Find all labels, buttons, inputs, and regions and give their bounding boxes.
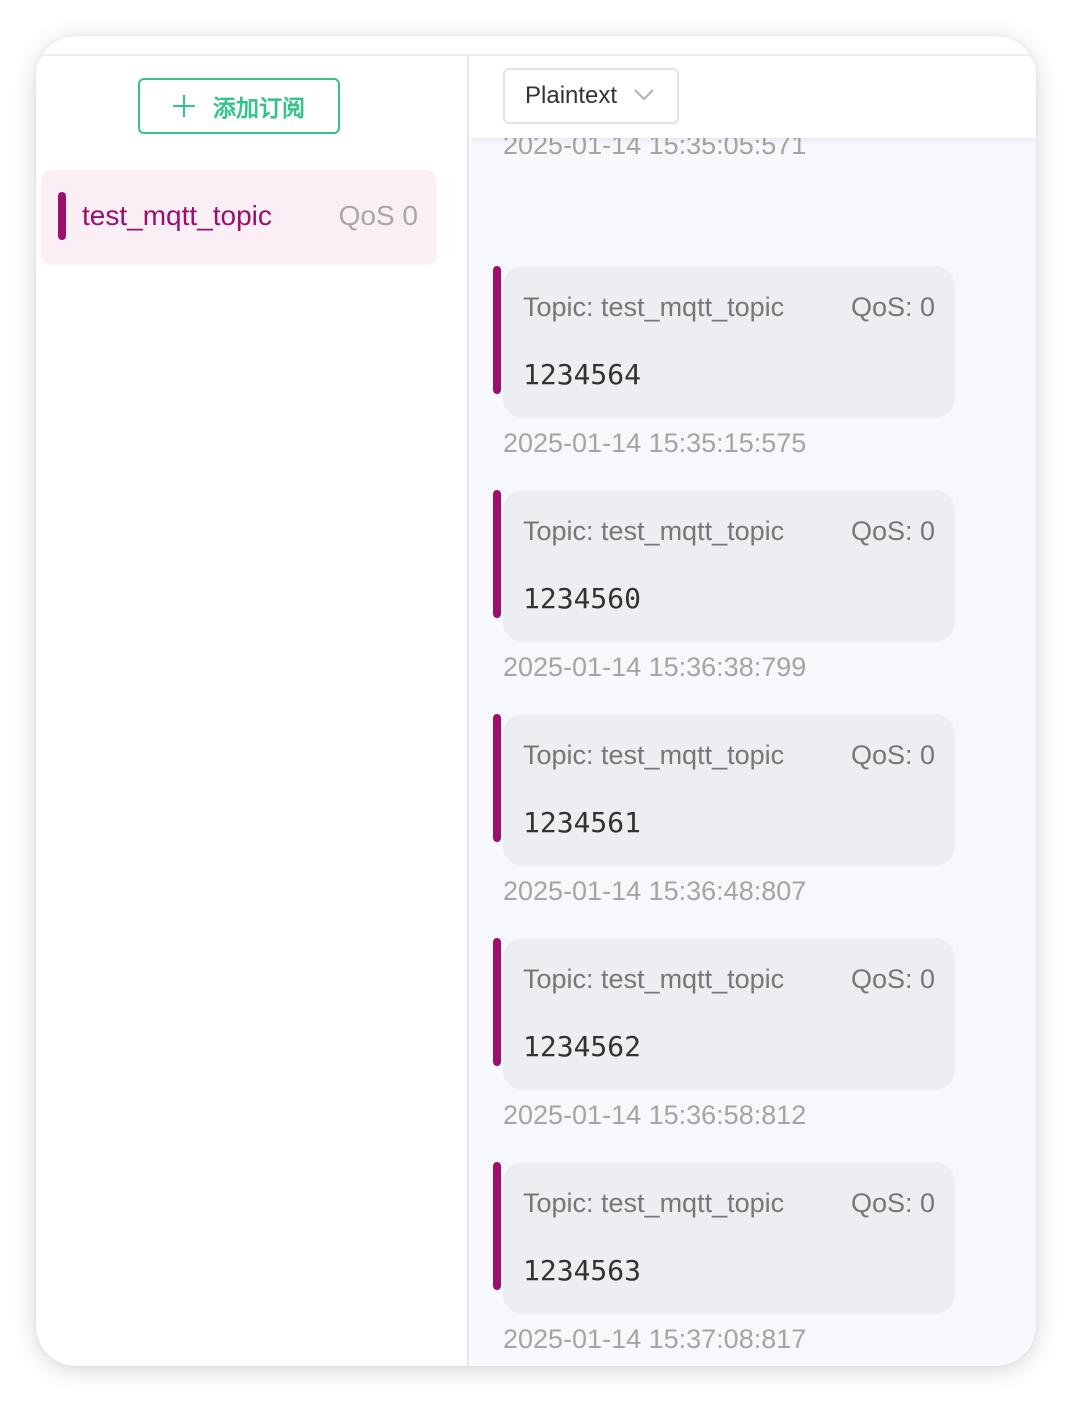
message-timestamp: 2025-01-14 15:36:48:807 (503, 876, 807, 906)
message-qos: QoS: 0 (850, 1188, 935, 1218)
add-subscription-button[interactable]: 添加订阅 (138, 78, 340, 134)
message-card: Topic: test_mqtt_topic QoS: 0 1234561 (503, 714, 955, 866)
message-item: Topic: test_mqtt_topic QoS: 0 1234564 20… (493, 266, 955, 458)
message-payload: 1234564 (523, 358, 642, 391)
plus-icon (173, 95, 195, 117)
message-list[interactable]: 1234565 2025-01-14 15:35:05:571 Topic: t… (471, 56, 1036, 1366)
message-qos: QoS: 0 (850, 964, 935, 994)
message-color-bar (493, 1162, 501, 1290)
message-payload: 1234563 (523, 1254, 642, 1287)
payload-format-select[interactable]: Plaintext (503, 68, 679, 124)
payload-format-value: Plaintext (525, 82, 618, 109)
message-timestamp: 2025-01-14 15:36:58:812 (503, 1100, 807, 1130)
message-payload: 1234561 (523, 806, 642, 839)
message-timestamp: 2025-01-14 15:36:38:799 (503, 652, 807, 682)
message-item: Topic: test_mqtt_topic QoS: 0 1234563 20… (493, 1162, 955, 1354)
message-card: Topic: test_mqtt_topic QoS: 0 1234564 (503, 266, 955, 418)
subscription-color-bar (58, 192, 66, 240)
message-color-bar (493, 490, 501, 618)
message-payload: 1234562 (523, 1030, 642, 1063)
message-topic: Topic: test_mqtt_topic (523, 516, 785, 546)
message-color-bar (493, 938, 501, 1066)
message-item: Topic: test_mqtt_topic QoS: 0 1234562 20… (493, 938, 955, 1130)
message-item: Topic: test_mqtt_topic QoS: 0 1234560 20… (493, 490, 955, 682)
message-qos: QoS: 0 (850, 740, 935, 770)
subscription-qos: QoS 0 (338, 200, 418, 231)
message-topic: Topic: test_mqtt_topic (523, 740, 785, 770)
app-window: 添加订阅 test_mqtt_topic QoS 0 Plaintext 123… (36, 36, 1036, 1366)
message-card: Topic: test_mqtt_topic QoS: 0 1234562 (503, 938, 955, 1090)
chevron-down-icon (634, 89, 654, 101)
message-topic: Topic: test_mqtt_topic (523, 292, 785, 322)
subscriptions-sidebar: 添加订阅 test_mqtt_topic QoS 0 (36, 56, 469, 1366)
messages-panel: Plaintext 1234565 2025-01-14 15:35:05:57… (471, 56, 1036, 1366)
add-subscription-label: 添加订阅 (213, 95, 305, 121)
message-color-bar (493, 266, 501, 394)
messages-toolbar: Plaintext (471, 56, 1036, 138)
message-item: Topic: test_mqtt_topic QoS: 0 1234561 20… (493, 714, 955, 906)
message-card: Topic: test_mqtt_topic QoS: 0 1234563 (503, 1162, 955, 1314)
message-qos: QoS: 0 (850, 516, 935, 546)
message-topic: Topic: test_mqtt_topic (523, 964, 785, 994)
subscription-topic: test_mqtt_topic (82, 200, 272, 231)
message-qos: QoS: 0 (850, 292, 935, 322)
message-payload: 1234560 (523, 582, 642, 615)
message-timestamp: 2025-01-14 15:37:08:817 (503, 1324, 807, 1354)
message-color-bar (493, 714, 501, 842)
message-topic: Topic: test_mqtt_topic (523, 1188, 785, 1218)
subscription-item[interactable]: test_mqtt_topic QoS 0 (42, 170, 436, 264)
message-card: Topic: test_mqtt_topic QoS: 0 1234560 (503, 490, 955, 642)
message-timestamp: 2025-01-14 15:35:15:575 (503, 428, 807, 458)
